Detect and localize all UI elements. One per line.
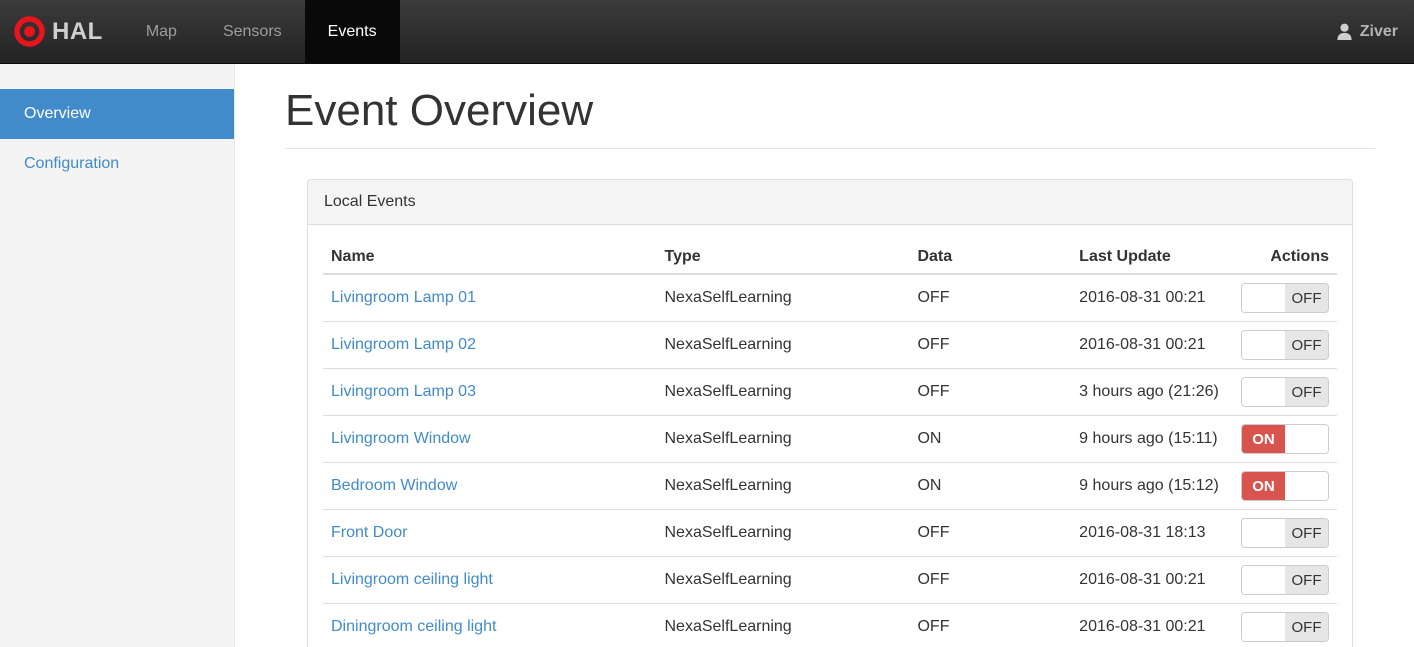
person-icon [1335, 22, 1354, 41]
event-last-update: 2016-08-31 18:13 [1071, 509, 1233, 558]
toggle-switch[interactable]: OFF [1241, 283, 1329, 314]
event-type: NexaSelfLearning [656, 415, 910, 464]
table-header-row: Name Type Data Last Update Actions [323, 240, 1337, 276]
event-data: OFF [909, 556, 1072, 605]
toggle-switch[interactable]: OFF [1241, 377, 1329, 408]
event-data: OFF [909, 368, 1072, 417]
event-row: Livingroom Lamp 02 NexaSelfLearning OFF … [323, 321, 1337, 370]
event-name-link[interactable]: Bedroom Window [331, 477, 457, 494]
column-header: Actions [1232, 240, 1337, 276]
event-type: NexaSelfLearning [656, 368, 910, 417]
events-table: Name Type Data Last Update Actions Livin… [323, 240, 1337, 647]
nav-item[interactable]: Sensors [200, 0, 305, 63]
event-name-link[interactable]: Livingroom ceiling light [331, 571, 493, 588]
brand[interactable]: HAL [0, 0, 109, 63]
toggle-state-label: OFF [1285, 331, 1328, 360]
user-name: Ziver [1359, 22, 1398, 40]
toggle-handle [1285, 472, 1328, 501]
event-row: Livingroom Window NexaSelfLearning ON 9 … [323, 415, 1337, 464]
event-type: NexaSelfLearning [656, 321, 910, 370]
toggle-switch[interactable]: ON [1241, 471, 1329, 502]
toggle-switch[interactable]: OFF [1241, 612, 1329, 643]
event-row: Livingroom ceiling light NexaSelfLearnin… [323, 556, 1337, 605]
toggle-switch[interactable]: ON [1241, 424, 1329, 455]
event-type: NexaSelfLearning [656, 462, 910, 511]
event-last-update: 9 hours ago (15:11) [1071, 415, 1233, 464]
panel-body: Name Type Data Last Update Actions Livin… [308, 225, 1352, 647]
toggle-state-label: ON [1242, 425, 1285, 454]
event-name-link[interactable]: Diningroom ceiling light [331, 618, 496, 635]
toggle-handle [1285, 425, 1328, 454]
event-type: NexaSelfLearning [656, 556, 910, 605]
event-row: Front Door NexaSelfLearning OFF 2016-08-… [323, 509, 1337, 558]
event-last-update: 2016-08-31 00:21 [1071, 603, 1233, 647]
toggle-handle [1242, 566, 1285, 595]
toggle-handle [1242, 613, 1285, 642]
toggle-state-label: OFF [1285, 519, 1328, 548]
bullseye-icon [14, 16, 45, 47]
toggle-switch[interactable]: OFF [1241, 330, 1329, 361]
toggle-state-label: OFF [1285, 613, 1328, 642]
event-data: OFF [909, 603, 1072, 647]
sidebar-item[interactable]: Overview [0, 89, 234, 139]
nav-item[interactable]: Events [304, 0, 400, 63]
page-layout: Overview Configuration Event Overview Lo… [0, 64, 1414, 647]
event-last-update: 2016-08-31 00:21 [1071, 556, 1233, 605]
toggle-state-label: ON [1242, 472, 1285, 501]
event-name-link[interactable]: Livingroom Lamp 03 [331, 383, 476, 400]
event-type: NexaSelfLearning [656, 603, 910, 647]
event-row: Livingroom Lamp 01 NexaSelfLearning OFF … [323, 274, 1337, 323]
nav-item[interactable]: Map [123, 0, 200, 63]
event-data: OFF [909, 274, 1072, 323]
top-navbar: HAL Map Sensors Events Ziver [0, 0, 1414, 64]
event-name-link[interactable]: Front Door [331, 524, 407, 541]
event-name-link[interactable]: Livingroom Window [331, 430, 471, 447]
toggle-state-label: OFF [1285, 284, 1328, 313]
sidebar: Overview Configuration [0, 64, 235, 647]
navbar-menu: Map Sensors Events [123, 0, 400, 63]
toggle-handle [1242, 519, 1285, 548]
local-events-panel: Local Events Name Type Data Last Update … [307, 179, 1353, 647]
user-menu[interactable]: Ziver [1335, 0, 1414, 63]
event-data: ON [909, 415, 1072, 464]
toggle-state-label: OFF [1285, 566, 1328, 595]
toggle-handle [1242, 331, 1285, 360]
toggle-handle [1242, 284, 1285, 313]
toggle-switch[interactable]: OFF [1241, 565, 1329, 596]
column-header: Name [323, 240, 657, 276]
toggle-handle [1242, 378, 1285, 407]
column-header: Data [909, 240, 1072, 276]
toggle-switch[interactable]: OFF [1241, 518, 1329, 549]
event-data: ON [909, 462, 1072, 511]
event-row: Bedroom Window NexaSelfLearning ON 9 hou… [323, 462, 1337, 511]
event-last-update: 3 hours ago (21:26) [1071, 368, 1233, 417]
page-title: Event Overview [285, 86, 594, 135]
toggle-state-label: OFF [1285, 378, 1328, 407]
event-name-link[interactable]: Livingroom Lamp 01 [331, 289, 476, 306]
panel-title: Local Events [308, 180, 1352, 226]
column-header: Type [656, 240, 910, 276]
event-type: NexaSelfLearning [656, 274, 910, 323]
brand-label: HAL [52, 17, 103, 45]
event-type: NexaSelfLearning [656, 509, 910, 558]
sidebar-item[interactable]: Configuration [0, 139, 234, 189]
column-header: Last Update [1071, 240, 1233, 276]
event-last-update: 9 hours ago (15:12) [1071, 462, 1233, 511]
event-last-update: 2016-08-31 00:21 [1071, 274, 1233, 323]
event-row: Livingroom Lamp 03 NexaSelfLearning OFF … [323, 368, 1337, 417]
event-row: Diningroom ceiling light NexaSelfLearnin… [323, 603, 1337, 647]
header-divider [285, 148, 1375, 150]
event-name-link[interactable]: Livingroom Lamp 02 [331, 336, 476, 353]
event-last-update: 2016-08-31 00:21 [1071, 321, 1233, 370]
event-data: OFF [909, 321, 1072, 370]
main-content: Event Overview Local Events Name Type Da… [235, 64, 1414, 647]
event-data: OFF [909, 509, 1072, 558]
